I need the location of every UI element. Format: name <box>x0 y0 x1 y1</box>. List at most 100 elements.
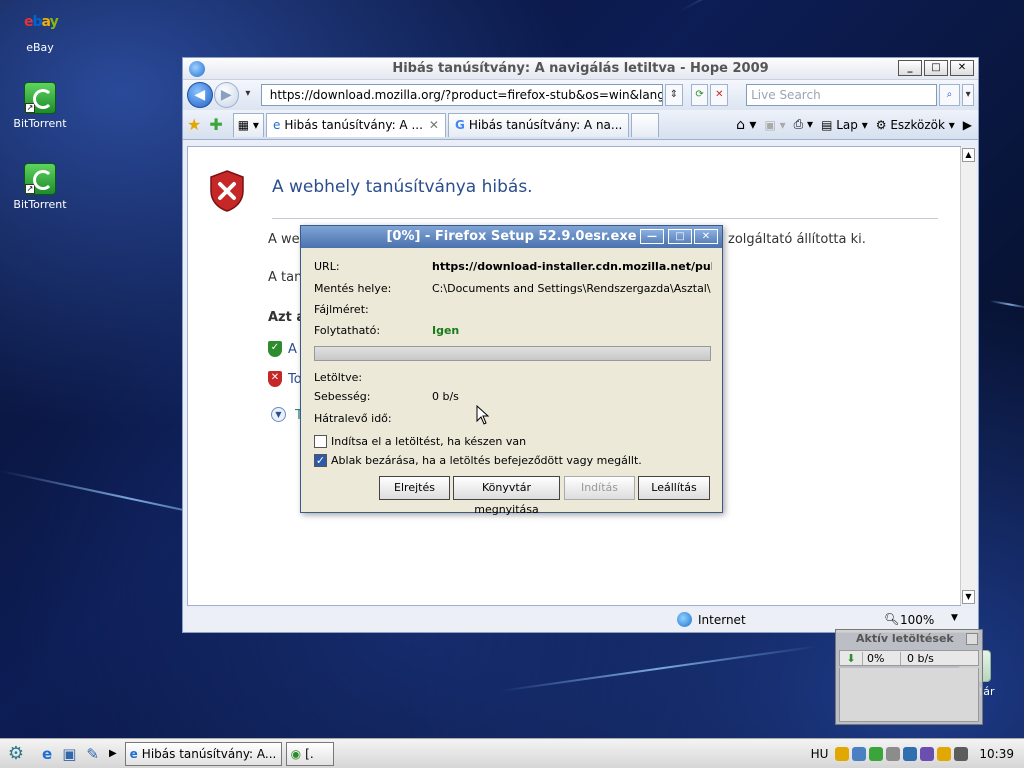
maximize-button[interactable]: □ <box>924 60 948 76</box>
bittorrent-icon: ↗ <box>24 82 56 114</box>
download-dialog-titlebar[interactable]: [0%] - Firefox Setup 52.9.0esr.exe — □ ✕ <box>301 226 722 248</box>
page-menu[interactable]: ▤ Lap ▾ <box>821 118 868 132</box>
print-icon[interactable]: ⎙ ▾ <box>794 117 813 132</box>
download-speed: 0 b/s <box>900 651 934 665</box>
widget-close-icon[interactable] <box>966 633 978 645</box>
tray-icon-7[interactable] <box>937 746 952 761</box>
stop-download-button[interactable]: Leállítás <box>638 476 710 500</box>
ie-icon: e <box>129 746 138 761</box>
desktop-icon-label: BitTorrent <box>13 198 67 211</box>
refresh-button[interactable]: ⟳ <box>690 84 709 106</box>
desktop-icon-label: eBay <box>26 41 54 54</box>
tab-close-icon[interactable]: ✕ <box>429 118 439 132</box>
back-button[interactable]: ◀ <box>187 82 213 108</box>
security-zone: Internet <box>698 613 746 627</box>
clock[interactable]: 10:39 <box>979 747 1014 761</box>
hide-button[interactable]: Elrejtés <box>379 476 450 500</box>
desktop-icon-ebay[interactable]: ebay eBay <box>0 6 80 54</box>
quick-tabs-button[interactable]: ▦ ▾ <box>232 112 264 137</box>
tab-label: Hibás tanúsítvány: A na... <box>468 118 623 132</box>
scroll-down-button[interactable]: ▼ <box>962 590 975 604</box>
checkbox-label: Indítsa el a letöltést, ha készen van <box>331 435 527 448</box>
tab-bar: ★ ✚ ▦ ▾ e Hibás tanúsítvány: A ... ✕ G H… <box>183 110 978 140</box>
browser-titlebar[interactable]: Hibás tanúsítvány: A navigálás letiltva … <box>183 58 978 80</box>
desktop-icon-bittorrent-2[interactable]: ↗ BitTorrent <box>0 163 80 211</box>
option-link-1[interactable]: A <box>288 342 297 357</box>
tray-icon-1[interactable] <box>835 746 850 761</box>
tray-icon-8[interactable] <box>954 746 969 761</box>
expand-circle-icon[interactable]: ▼ <box>271 407 286 422</box>
checkbox-label: Ablak bezárása, ha a letöltés befejeződö… <box>331 454 642 467</box>
tray-icon-6[interactable] <box>920 746 935 761</box>
history-dropdown-button[interactable]: ▾ <box>241 84 255 106</box>
shield-error-icon <box>210 170 244 212</box>
dialog-maximize-button[interactable]: □ <box>668 229 692 244</box>
start-button[interactable]: Indítás <box>564 476 635 500</box>
ie-page-icon: e <box>272 118 281 132</box>
close-when-done-checkbox[interactable]: ✓ Ablak bezárása, ha a letöltés befejező… <box>314 454 642 467</box>
page-icon: ▤ <box>821 117 837 132</box>
address-bar[interactable]: https://download.mozilla.org/?product=fi… <box>260 84 664 106</box>
favorites-star-icon[interactable]: ★ <box>187 115 201 134</box>
download-arrow-icon: ⬇ <box>846 651 856 665</box>
search-button[interactable]: ⌕ <box>938 84 961 106</box>
scroll-up-button[interactable]: ▲ <box>962 148 975 162</box>
checkbox-box[interactable] <box>314 435 327 448</box>
zoom-dropdown-icon[interactable]: ▼ <box>951 613 958 623</box>
vertical-scrollbar[interactable]: ▲ ▼ <box>960 147 976 605</box>
toolbar-overflow-button[interactable]: ▶ <box>963 118 972 132</box>
new-tab-button[interactable] <box>631 112 660 137</box>
mouse-cursor-icon <box>476 405 490 425</box>
tray-icon-2[interactable] <box>852 746 867 761</box>
language-indicator[interactable]: HU <box>811 747 829 761</box>
tray-icon-5[interactable] <box>903 746 918 761</box>
taskbar-button-download[interactable]: ◉ [. <box>285 741 334 766</box>
divider <box>272 218 938 219</box>
wallpaper-streak <box>989 300 1024 309</box>
close-button[interactable]: ✕ <box>950 60 974 76</box>
search-options-button[interactable]: ▾ <box>962 84 974 106</box>
address-dropdown-button[interactable]: ⇕ <box>665 84 683 106</box>
taskbar-button-browser[interactable]: e Hibás tanúsítvány: A... <box>124 741 282 766</box>
ie-quicklaunch-icon[interactable]: e <box>42 745 52 763</box>
value-save-to: C:\Documents and Settings\Rendszergazda\… <box>432 282 711 295</box>
minimize-button[interactable]: _ <box>898 60 922 76</box>
dialog-close-button[interactable]: ✕ <box>694 229 718 244</box>
status-bar: Internet 🔍︎ 100% ▼ <box>187 609 977 631</box>
stop-button[interactable]: ✕ <box>710 84 729 106</box>
add-favorite-icon[interactable]: ✚ <box>209 115 222 134</box>
address-text: https://download.mozilla.org/?product=fi… <box>269 88 664 102</box>
rss-feed-icon[interactable]: ▣ ▾ <box>764 118 785 132</box>
value-url: https://download-installer.cdn.mozilla.n… <box>432 260 712 273</box>
label-resumable: Folytatható: <box>314 324 381 337</box>
download-list-area <box>839 668 979 722</box>
label-remaining: Hátralevő idő: <box>314 412 392 425</box>
google-icon: G <box>454 118 465 132</box>
quicklaunch-expand-icon[interactable]: ▶ <box>109 748 117 759</box>
tray-icon-4[interactable] <box>886 746 901 761</box>
search-input[interactable]: Live Search <box>746 84 937 106</box>
download-entry[interactable]: ⬇ 0% 0 b/s <box>839 650 979 666</box>
tray-icon-3[interactable] <box>869 746 884 761</box>
tab-2[interactable]: G Hibás tanúsítvány: A na... <box>447 112 630 137</box>
tools-menu[interactable]: ⚙ Eszközök ▾ <box>876 118 955 132</box>
home-icon[interactable]: ⌂ ▾ <box>736 117 756 133</box>
desktop-icon-bittorrent[interactable]: ↗ BitTorrent <box>0 82 80 130</box>
ebay-icon: ebay <box>24 14 59 30</box>
label-filesize: Fájlméret: <box>314 303 369 316</box>
quicklaunch-icon-3[interactable]: ✎ <box>86 745 99 763</box>
value-resumable: Igen <box>432 324 460 337</box>
label-downloaded: Letöltve: <box>314 371 363 384</box>
tab-1[interactable]: e Hibás tanúsítvány: A ... ✕ <box>265 112 446 137</box>
quicklaunch-icon-2[interactable]: ▣ <box>62 745 76 763</box>
dialog-minimize-button[interactable]: — <box>640 229 664 244</box>
start-menu-icon[interactable]: ⚙ <box>4 742 28 766</box>
zoom-level[interactable]: 100% <box>900 613 934 627</box>
checkbox-box[interactable]: ✓ <box>314 454 327 467</box>
start-when-done-checkbox[interactable]: Indítsa el a letöltést, ha készen van <box>314 435 526 448</box>
navigation-bar: ◀ ▶ ▾ https://download.mozilla.org/?prod… <box>183 80 978 110</box>
desktop-icon-label: BitTorrent <box>13 117 67 130</box>
window-title: Hibás tanúsítvány: A navigálás letiltva … <box>392 61 769 76</box>
open-folder-button[interactable]: Könyvtár megnyitása <box>453 476 560 516</box>
forward-button[interactable]: ▶ <box>213 82 240 108</box>
